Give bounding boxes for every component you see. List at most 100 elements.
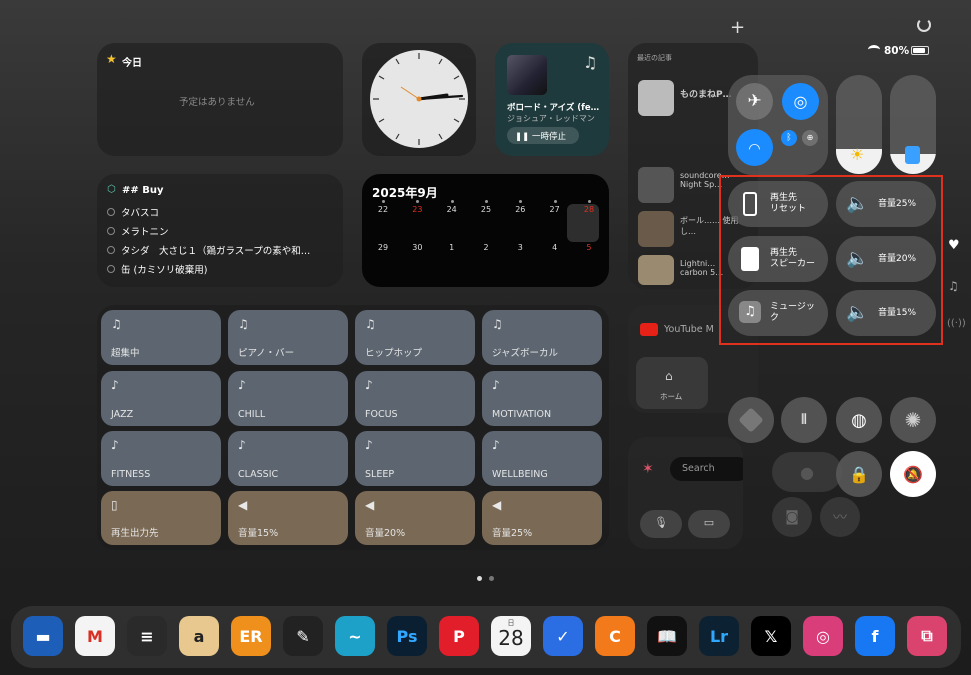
shortcut-tile[interactable]: ◀ 音量15%	[228, 491, 348, 545]
connectivity-page-icon[interactable]: ((·))	[947, 318, 966, 329]
calendar-widget[interactable]: 2025年9月 22 23 24 25 26 27 28 29 30 1 2 3 4 5	[362, 174, 609, 287]
track-title: ボロード・アイズ (fe…	[507, 103, 600, 113]
writing-icon[interactable]: ✎	[283, 616, 323, 656]
shortcut-tile[interactable]: ♫ ヒップホップ	[355, 310, 475, 365]
shortcut-tile[interactable]: ♪ FOCUS	[355, 371, 475, 426]
shortcut-tile[interactable]: ♪ MOTIVATION	[482, 371, 602, 426]
music-page-icon[interactable]: ♫	[948, 279, 959, 293]
calendar-day: 2	[483, 243, 489, 252]
battery-text: 80%	[884, 45, 910, 57]
calendar-icon[interactable]: 日 28	[491, 616, 531, 656]
checkbox-icon[interactable]	[107, 246, 115, 254]
playback-shortcut-button[interactable]: 再生先 リセット	[728, 181, 828, 227]
now-playing-widget[interactable]: ♫ ボロード・アイズ (fe… ジョシュア・レッドマン ❚❚ 一時停止	[495, 43, 609, 156]
shortcut-tile[interactable]: ♪ JAZZ	[101, 371, 221, 426]
castro-icon[interactable]: C	[595, 616, 635, 656]
screen-button[interactable]: ▭	[688, 510, 730, 538]
add-widget-icon[interactable]: +	[730, 17, 745, 38]
wifi-status-icon	[868, 45, 880, 54]
music-note-list-icon: ♫	[111, 317, 122, 331]
reminders-list-icon: ⬡	[107, 184, 116, 195]
kindle-icon[interactable]: 📖	[647, 616, 687, 656]
checkbox-icon[interactable]	[107, 227, 115, 235]
airdrop-button[interactable]: ◎	[782, 83, 819, 120]
shortcut-tile[interactable]: ♪ CLASSIC	[228, 431, 348, 486]
facebook-icon[interactable]: f	[855, 616, 895, 656]
freeform-icon[interactable]: ~	[335, 616, 375, 656]
reminder-item[interactable]: タシダ 大さじ１（鶏ガラスープの素や和…	[107, 243, 333, 262]
reminder-item[interactable]: メラトニン	[107, 224, 333, 243]
shortcut-tile[interactable]: ♪ CHILL	[228, 371, 348, 426]
pause-button[interactable]: ❚❚ 一時停止	[507, 127, 579, 144]
lightroom-icon[interactable]: Lr	[699, 616, 739, 656]
news-item-1[interactable]: ものまねP…	[680, 87, 732, 100]
shortcuts-app-icon[interactable]: ⧉	[907, 616, 947, 656]
calendar-day: 23	[406, 200, 428, 214]
page-indicator-active[interactable]	[477, 576, 482, 581]
focus-button[interactable]: ●	[772, 452, 842, 492]
wifi-button[interactable]: ◠	[736, 129, 773, 166]
bluetooth-button[interactable]: ᛒ	[781, 130, 797, 146]
photoshop-icon[interactable]: Ps	[387, 616, 427, 656]
playback-shortcut-label: ミュージッ ク	[770, 302, 815, 323]
shortcut-tile[interactable]: ♪ FITNESS	[101, 431, 221, 486]
page-indicator[interactable]	[489, 576, 494, 581]
settings-button[interactable]: ✺	[890, 397, 936, 443]
pinterest-icon[interactable]: P	[439, 616, 479, 656]
volume-shortcut-button[interactable]: 🔈 音量25%	[836, 181, 936, 227]
shortcut-tile[interactable]: ▯ 再生出力先	[101, 491, 221, 545]
airplane-mode-button[interactable]: ✈	[736, 83, 773, 120]
reminder-item[interactable]: 缶 (カミソリ破棄用)	[107, 262, 333, 281]
checkbox-icon[interactable]	[107, 208, 115, 216]
shortcut-tile[interactable]: ◀ 音量20%	[355, 491, 475, 545]
voice-memo-button[interactable]: 〰	[820, 497, 860, 537]
today-empty-text: 予定はありません	[179, 97, 255, 108]
iphone-icon	[743, 192, 757, 216]
search-widget[interactable]: ✶ Search 🎙 ▭	[628, 437, 743, 549]
reminders-widget[interactable]: ⬡ ## Buy タバスコ メラトニン タシダ 大さじ１（鶏ガラスープの素や和……	[97, 174, 343, 287]
shortcut-tile[interactable]: ♫ 超集中	[101, 310, 221, 365]
stage-manager-button[interactable]	[728, 397, 774, 443]
playback-shortcut-button[interactable]: 再生先 スピーカー	[728, 236, 828, 282]
books-icon[interactable]: ER	[231, 616, 271, 656]
shortcut-tile[interactable]: ♪ SLEEP	[355, 431, 475, 486]
camera-button[interactable]: ◙	[772, 497, 812, 537]
youtube-home-button[interactable]: ⌂ ホーム	[636, 357, 708, 409]
music-lock-icon: ♪	[492, 438, 500, 452]
shortcut-tile[interactable]: ◀ 音量25%	[482, 491, 602, 545]
power-icon[interactable]	[917, 18, 931, 32]
x-icon[interactable]: 𝕏	[751, 616, 791, 656]
orientation-lock-button[interactable]: 🔒	[836, 451, 882, 497]
notes-icon[interactable]: ≡	[127, 616, 167, 656]
volume-shortcut-button[interactable]: 🔈 音量15%	[836, 290, 936, 336]
mic-button[interactable]: 🎙	[640, 510, 682, 538]
reminders-title: ## Buy	[122, 185, 164, 196]
silent-mode-button[interactable]: 🔕	[890, 451, 936, 497]
clock-widget[interactable]	[362, 43, 476, 156]
checkbox-icon[interactable]	[107, 265, 115, 273]
volume-slider[interactable]	[890, 75, 936, 174]
amazon-icon[interactable]: a	[179, 616, 219, 656]
home-control-button[interactable]: ⦀	[781, 397, 827, 443]
things-icon[interactable]: ✓	[543, 616, 583, 656]
files-icon[interactable]: ▬	[23, 616, 63, 656]
today-widget[interactable]: ★ 今日 予定はありません	[97, 43, 343, 156]
shortcut-label: SLEEP	[365, 469, 395, 480]
calendar-day: 24	[441, 200, 463, 214]
search-input[interactable]: Search	[670, 457, 743, 481]
favorites-heart-icon[interactable]: ♥	[948, 238, 960, 253]
shortcut-tile[interactable]: ♫ ジャズボーカル	[482, 310, 602, 365]
music-lock-icon: ♪	[492, 378, 500, 392]
volume-shortcut-button[interactable]: 🔈 音量20%	[836, 236, 936, 282]
shortcut-tile[interactable]: ♪ WELLBEING	[482, 431, 602, 486]
playback-shortcut-button[interactable]: ♫ ミュージッ ク	[728, 290, 828, 336]
connectivity-module[interactable]: ✈ ◎ ◠ ᛒ ⊕	[728, 75, 828, 175]
shortcut-tile[interactable]: ♫ ピアノ・バー	[228, 310, 348, 365]
brightness-slider[interactable]: ☀	[836, 75, 882, 174]
shortcut-label: ジャズボーカル	[492, 348, 559, 359]
gmail-icon[interactable]: M	[75, 616, 115, 656]
instagram-icon[interactable]: ◎	[803, 616, 843, 656]
safari-button[interactable]: ◍	[836, 397, 882, 443]
reminder-item[interactable]: タバスコ	[107, 205, 333, 224]
cellular-button[interactable]: ⊕	[802, 130, 818, 146]
